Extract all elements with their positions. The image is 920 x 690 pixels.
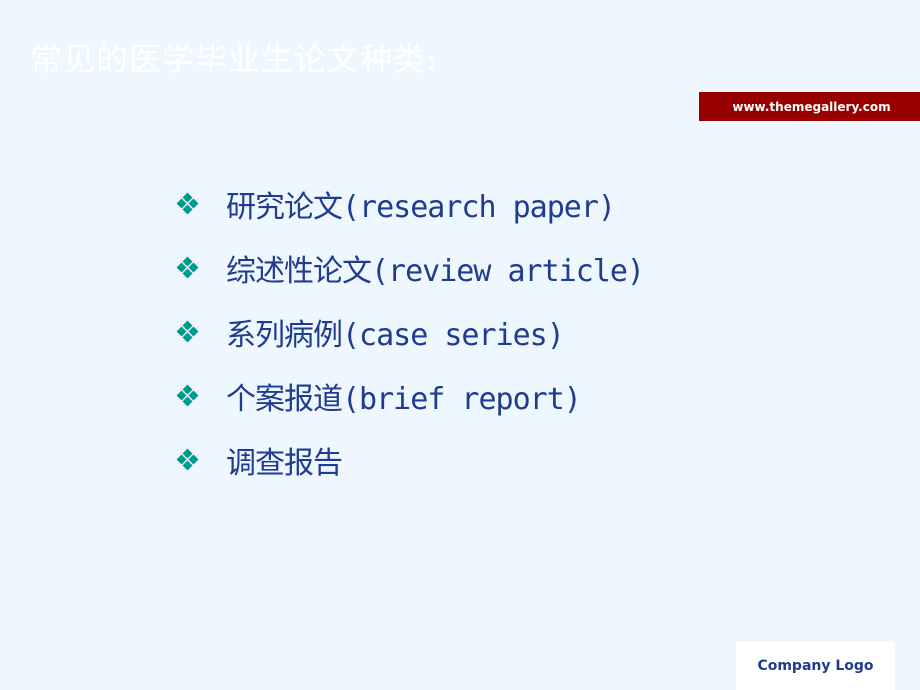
diamond-cluster-icon <box>174 254 202 282</box>
bullet-item: 个案报道(brief report) <box>174 364 644 428</box>
bullet-text: 系列病例(case series) <box>226 318 565 353</box>
diamond-cluster-icon <box>174 446 202 474</box>
url-banner: www.themegallery.com <box>699 92 920 121</box>
diamond-cluster-icon <box>174 190 202 218</box>
bullet-text: 调查报告 <box>226 446 343 481</box>
bullet-item: 调查报告 <box>174 428 644 492</box>
bullet-item: 综述性论文(review article) <box>174 236 645 300</box>
diamond-cluster-icon <box>174 318 202 346</box>
bullet-item: 系列病例(case series) <box>174 300 644 364</box>
bullet-text: 综述性论文(review article) <box>226 254 645 289</box>
bullet-item: 研究论文(research paper) <box>174 172 644 236</box>
company-logo: Company Logo <box>736 642 895 690</box>
diamond-cluster-icon <box>174 382 202 410</box>
bullet-text: 研究论文(research paper) <box>226 190 616 225</box>
bullet-list: 研究论文(research paper) 综述性论文(review articl… <box>174 172 645 492</box>
bullet-text: 个案报道(brief report) <box>226 382 582 417</box>
slide-title: 常见的医学毕业生论文种类: <box>30 40 438 78</box>
